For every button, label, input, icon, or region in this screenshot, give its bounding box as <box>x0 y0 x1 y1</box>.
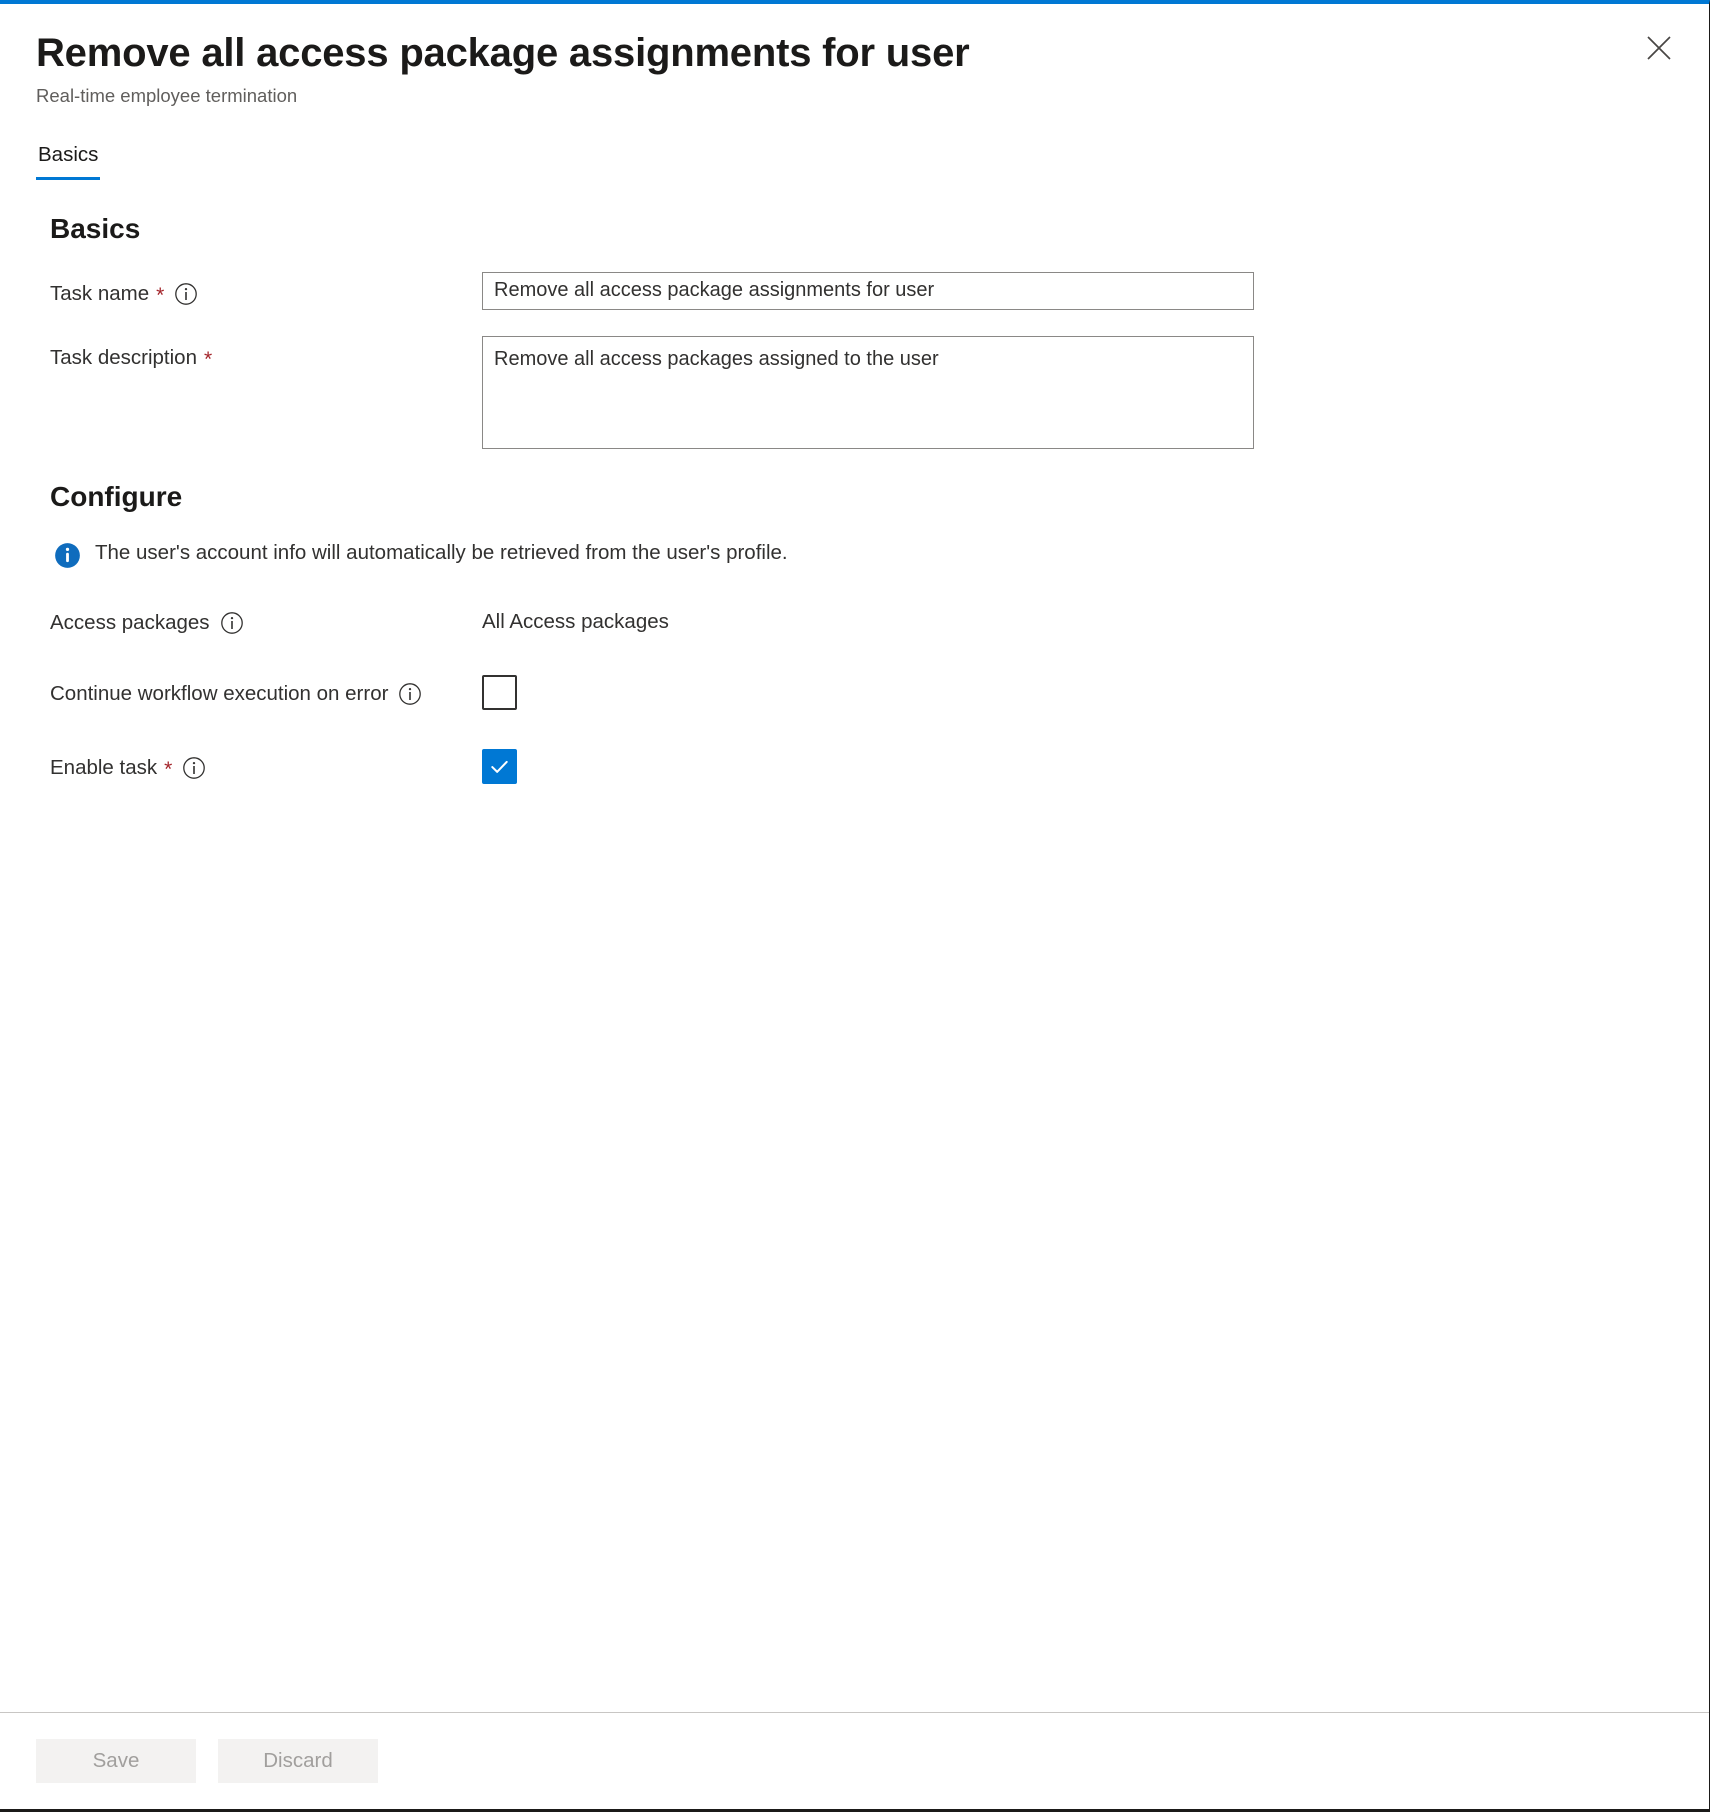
section-heading-basics: Basics <box>50 213 141 245</box>
access-packages-control: All Access packages <box>482 601 1673 635</box>
save-button[interactable]: Save <box>36 1739 196 1783</box>
task-description-control <box>482 335 1673 454</box>
access-packages-label: Access packages <box>50 611 210 635</box>
form-row-access-packages: Access packages All Access packages <box>50 601 1673 636</box>
task-name-label: Task name <box>50 281 150 305</box>
info-banner-text: The user's account info will automatical… <box>95 541 788 565</box>
task-name-label-group: Task name * <box>50 272 482 307</box>
info-icon[interactable] <box>174 282 198 306</box>
checkmark-icon <box>488 755 511 778</box>
form-row-task-name: Task name * <box>50 271 1673 310</box>
continue-on-error-control <box>482 672 1673 710</box>
enable-task-label: Enable task <box>50 756 158 779</box>
continue-on-error-checkbox[interactable] <box>482 675 517 710</box>
required-marker: * <box>156 284 165 308</box>
tab-basics[interactable]: Basics <box>36 143 101 181</box>
task-description-label: Task description <box>50 345 197 369</box>
enable-task-checkbox[interactable] <box>482 749 517 784</box>
required-marker: * <box>164 758 173 782</box>
blade-body: Basics Task name * Task description <box>0 180 1709 1712</box>
close-button[interactable] <box>1637 26 1681 70</box>
continue-on-error-label: Continue workflow execution on error <box>50 682 389 705</box>
task-details-blade: Remove all access package assignments fo… <box>0 0 1710 1812</box>
form-row-continue-on-error: Continue workflow execution on error <box>50 672 1673 710</box>
required-marker: * <box>203 348 213 372</box>
enable-task-control <box>482 746 1673 784</box>
continue-on-error-label-group: Continue workflow execution on error <box>50 672 482 707</box>
discard-button[interactable]: Discard <box>218 1739 378 1783</box>
enable-task-label-group: Enable task * <box>50 746 482 781</box>
info-banner: The user's account info will automatical… <box>54 539 1673 569</box>
task-description-label-group: Task description * <box>50 336 482 371</box>
tabstrip: Basics <box>0 143 1709 181</box>
access-packages-value: All Access packages <box>482 610 669 634</box>
section-heading-configure: Configure <box>50 480 183 512</box>
form-row-task-description: Task description * <box>50 335 1673 454</box>
task-name-control <box>482 271 1673 310</box>
blade-footer: Save Discard <box>0 1712 1709 1809</box>
page-title: Remove all access package assignments fo… <box>36 31 970 75</box>
task-description-textarea[interactable] <box>482 335 1254 449</box>
task-name-input[interactable] <box>482 271 1254 310</box>
info-icon[interactable] <box>220 611 244 635</box>
info-filled-icon <box>54 542 81 569</box>
page-subtitle: Real-time employee termination <box>36 85 298 106</box>
access-packages-label-group: Access packages <box>50 601 482 636</box>
close-icon <box>1646 35 1672 61</box>
info-icon[interactable] <box>182 756 206 780</box>
blade-header: Remove all access package assignments fo… <box>0 4 1709 107</box>
info-icon[interactable] <box>398 682 422 706</box>
form-row-enable-task: Enable task * <box>50 746 1673 784</box>
